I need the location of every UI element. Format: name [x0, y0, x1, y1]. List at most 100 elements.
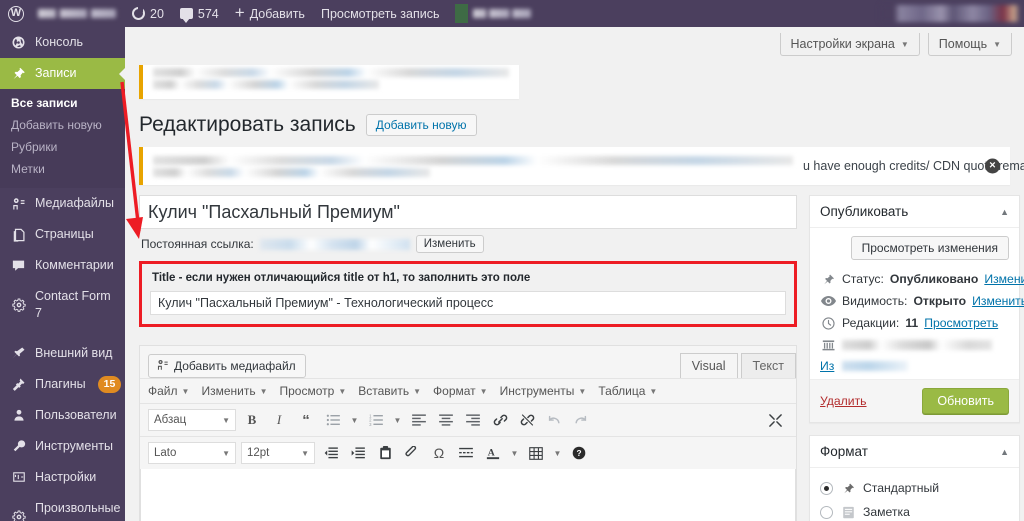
text-color-icon[interactable]: A	[482, 442, 504, 464]
align-center-icon[interactable]	[435, 409, 457, 431]
update-post-button[interactable]: Обновить	[922, 388, 1009, 414]
menu-edit[interactable]: Изменить ▼	[201, 384, 267, 398]
account-redacted[interactable]	[880, 5, 1020, 22]
sidebar-item-users[interactable]: Пользователи	[0, 400, 125, 431]
sidebar-item-tools[interactable]: Инструменты	[0, 431, 125, 462]
preview-changes-button[interactable]: Просмотреть изменения	[850, 236, 1009, 260]
format-option-standard[interactable]: Стандартный	[820, 476, 1009, 500]
calendar-icon	[820, 338, 836, 351]
appearance-icon	[10, 345, 27, 362]
increase-indent-icon[interactable]	[347, 442, 369, 464]
tab-text[interactable]: Текст	[740, 353, 796, 378]
bold-icon[interactable]: B	[241, 409, 263, 431]
font-family-select[interactable]: Lato ▼	[148, 442, 236, 464]
sidebar-item-contact-form-7[interactable]: Contact Form 7	[0, 281, 125, 329]
editor-content-area[interactable]	[140, 469, 796, 521]
redo-icon[interactable]	[570, 409, 592, 431]
site-name-redacted	[38, 9, 116, 18]
chevron-down-icon: ▼	[993, 39, 1001, 49]
menu-file[interactable]: Файл ▼	[148, 384, 189, 398]
edit-status-link[interactable]: Изменить	[984, 272, 1024, 286]
chevron-down-icon: ▼	[479, 386, 488, 396]
unlink-icon[interactable]	[516, 409, 538, 431]
edit-schedule-redacted	[842, 361, 909, 371]
edit-permalink-button[interactable]: Изменить	[415, 235, 484, 253]
edit-visibility-link[interactable]: Изменить	[972, 294, 1024, 308]
menu-format[interactable]: Формат ▼	[433, 384, 488, 398]
radio-aside[interactable]	[820, 505, 833, 519]
view-post-item[interactable]: Просмотреть запись	[313, 0, 448, 27]
tools-icon	[10, 438, 27, 455]
site-name-item[interactable]	[30, 0, 124, 27]
read-more-icon[interactable]	[455, 442, 477, 464]
add-new-item[interactable]: + Добавить	[227, 0, 313, 27]
table-icon[interactable]	[525, 442, 547, 464]
chevron-down-icon[interactable]: ▼	[552, 449, 563, 458]
sidebar-item-posts[interactable]: Записи	[0, 58, 125, 89]
sidebar-item-media[interactable]: Медиафайлы	[0, 188, 125, 219]
sidebar-item-appearance[interactable]: Внешний вид	[0, 338, 125, 369]
menu-tools[interactable]: Инструменты ▼	[500, 384, 587, 398]
radio-standard[interactable]	[820, 481, 833, 495]
screen-options-button[interactable]: Настройки экрана ▼	[779, 33, 920, 56]
plugin-indicator-item[interactable]	[447, 0, 539, 27]
chevron-up-icon[interactable]: ▲	[1000, 447, 1009, 457]
sidebar-item-pages[interactable]: Страницы	[0, 219, 125, 250]
sidebar-item-custom-fields[interactable]: Произвольные поля	[0, 493, 125, 521]
notice-text-redacted	[153, 80, 379, 89]
tab-visual[interactable]: Visual	[679, 353, 738, 378]
revisions-count: 11	[905, 316, 919, 330]
link-icon[interactable]	[489, 409, 511, 431]
italic-icon[interactable]: I	[268, 409, 290, 431]
close-icon[interactable]: ×	[985, 158, 1000, 174]
menu-table[interactable]: Таблица ▼	[598, 384, 657, 398]
edit-schedule-link[interactable]: Из	[820, 359, 834, 373]
wordpress-logo-icon[interactable]: W	[0, 0, 30, 27]
sidebar-item-plugins[interactable]: Плагины 15	[0, 369, 125, 400]
menu-insert[interactable]: Вставить ▼	[358, 384, 421, 398]
numbered-list-icon[interactable]: 123	[365, 409, 387, 431]
sidebar-item-tags[interactable]: Метки	[0, 158, 125, 180]
sidebar-item-add-post[interactable]: Добавить новую	[0, 114, 125, 136]
align-right-icon[interactable]	[462, 409, 484, 431]
publish-box: Опубликовать ▲ Просмотреть изменения Ста…	[809, 195, 1024, 423]
add-new-post-button[interactable]: Добавить новую	[365, 114, 477, 136]
sidebar-item-categories[interactable]: Рубрики	[0, 136, 125, 158]
clear-formatting-icon[interactable]	[401, 442, 423, 464]
custom-title-field-input[interactable]: Кулич "Пасхальный Премиум" - Технологиче…	[150, 291, 786, 315]
sidebar-item-all-posts[interactable]: Все записи	[0, 92, 125, 114]
chevron-down-icon[interactable]: ▼	[392, 416, 403, 425]
sidebar-item-label: Медиафайлы	[35, 196, 114, 211]
sidebar-item-settings[interactable]: Настройки	[0, 462, 125, 493]
undo-icon[interactable]	[543, 409, 565, 431]
permalink-value-redacted[interactable]	[259, 238, 410, 250]
decrease-indent-icon[interactable]	[320, 442, 342, 464]
chevron-down-icon[interactable]: ▼	[349, 416, 360, 425]
help-icon[interactable]: ?	[568, 442, 590, 464]
chevron-down-icon[interactable]: ▼	[509, 449, 520, 458]
font-size-select[interactable]: 12pt ▼	[241, 442, 315, 464]
updates-item[interactable]: 20	[124, 0, 172, 27]
format-option-aside[interactable]: Заметка	[820, 500, 1009, 521]
help-button[interactable]: Помощь ▼	[927, 33, 1012, 56]
view-revisions-link[interactable]: Просмотреть	[924, 316, 998, 330]
sidebar-item-comments[interactable]: Комментарии 574	[0, 250, 125, 281]
post-title-input[interactable]: Кулич "Пасхальный Премиум"	[139, 195, 797, 229]
delete-post-link[interactable]: Удалить	[820, 394, 867, 408]
menu-view[interactable]: Просмотр ▼	[280, 384, 347, 398]
add-media-label: Добавить медиафайл	[174, 359, 296, 373]
sidebar-item-dashboard[interactable]: Консоль	[0, 27, 125, 58]
blockquote-icon[interactable]: “	[295, 409, 317, 431]
gear-icon	[10, 508, 27, 521]
chevron-up-icon[interactable]: ▲	[1000, 207, 1009, 217]
align-left-icon[interactable]	[408, 409, 430, 431]
status-row: Статус: Опубликовано Изменить	[820, 268, 1024, 290]
bullet-list-icon[interactable]	[322, 409, 344, 431]
paste-as-text-icon[interactable]	[374, 442, 396, 464]
fullscreen-icon[interactable]	[764, 409, 786, 431]
comments-item[interactable]: 574	[172, 0, 227, 27]
paragraph-style-select[interactable]: Абзац ▼	[148, 409, 236, 431]
special-character-icon[interactable]: Ω	[428, 442, 450, 464]
add-media-button[interactable]: Добавить медиафайл	[148, 354, 306, 378]
notice-cdn: u have enough credits/ CDN quota remaini…	[139, 147, 1024, 185]
